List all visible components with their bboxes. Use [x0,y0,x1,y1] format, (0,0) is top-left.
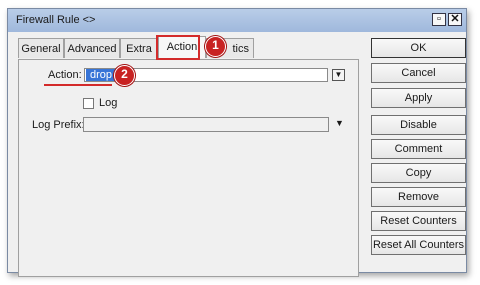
apply-button[interactable]: Apply [371,88,466,108]
window-title: Firewall Rule <> [16,14,96,26]
step-two-badge: 2 [114,65,135,86]
tab-general[interactable]: General [18,38,64,58]
action-underline [44,84,112,86]
log-prefix-input[interactable] [83,117,329,132]
restore-button[interactable]: ▫ [432,13,446,26]
tab-extra[interactable]: Extra [120,38,158,58]
firewall-rule-window: Firewall Rule <> ▫ ✕ General Advanced Ex… [7,8,467,277]
log-label: Log [99,97,118,109]
cancel-button[interactable]: Cancel [371,63,466,83]
action-panel [18,59,359,277]
title-bar[interactable]: Firewall Rule <> ▫ ✕ [8,9,466,32]
remove-button[interactable]: Remove [371,187,466,207]
action-label: Action: [48,69,82,81]
tab-advanced[interactable]: Advanced [64,38,120,58]
step-one-badge: 1 [205,36,226,57]
log-prefix-label: Log Prefix: [32,119,85,131]
action-tab-highlight [156,35,200,60]
log-prefix-dropdown-icon[interactable]: ▼ [335,118,344,128]
action-value: drop [86,69,117,81]
log-checkbox[interactable] [83,98,94,109]
copy-button[interactable]: Copy [371,163,466,183]
reset-all-counters-button[interactable]: Reset All Counters [371,235,466,255]
close-button[interactable]: ✕ [448,13,462,26]
action-dropdown-icon[interactable]: ▼ [332,69,345,81]
comment-button[interactable]: Comment [371,139,466,159]
reset-counters-button[interactable]: Reset Counters [371,211,466,231]
disable-button[interactable]: Disable [371,115,466,135]
ok-button[interactable]: OK [371,38,466,58]
